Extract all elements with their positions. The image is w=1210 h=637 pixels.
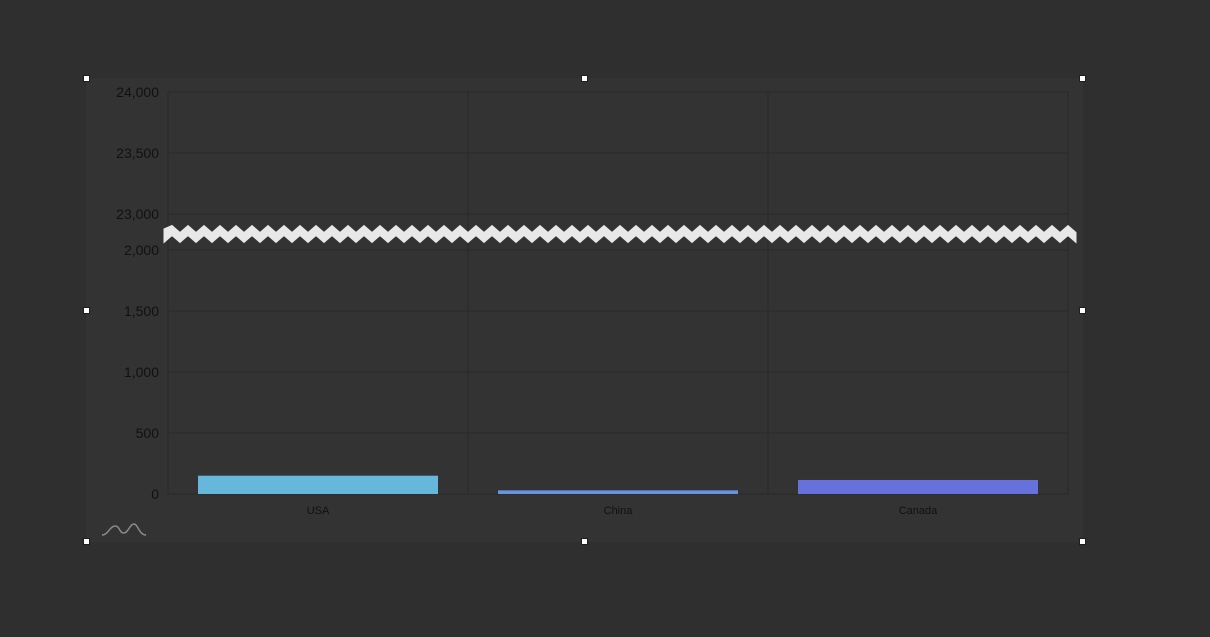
axis-break	[163, 224, 1077, 244]
x-category-label: China	[604, 505, 634, 517]
resize-handle-bottom-left[interactable]	[83, 538, 90, 545]
bar-china[interactable]	[498, 490, 738, 494]
grid	[167, 91, 1069, 495]
y-tick-label: 1,500	[124, 303, 159, 319]
resize-handle-top-center[interactable]	[581, 75, 588, 82]
resize-handle-bottom-center[interactable]	[581, 538, 588, 545]
axis-break-band	[163, 224, 1077, 244]
y-tick-label: 2,000	[124, 242, 159, 258]
bars	[198, 475, 1038, 494]
bar-canada[interactable]	[798, 479, 1038, 494]
axis-labels: 0 500 1,000 1,500 2,000 23,000 23,500 24,000 USA…	[116, 84, 938, 517]
resize-handle-middle-right[interactable]	[1079, 307, 1086, 314]
y-tick-label: 23,000	[116, 206, 159, 222]
x-category-label: Canada	[899, 505, 938, 517]
resize-handle-top-right[interactable]	[1079, 75, 1086, 82]
x-category-label: USA	[307, 505, 330, 517]
y-tick-label: 500	[136, 425, 160, 441]
y-tick-label: 1,000	[124, 364, 159, 380]
y-tick-label: 23,500	[116, 145, 159, 161]
y-tick-label: 24,000	[116, 84, 159, 100]
resize-handle-middle-left[interactable]	[83, 307, 90, 314]
chart-logo-icon	[101, 523, 147, 536]
resize-handle-top-left[interactable]	[83, 75, 90, 82]
bar-chart: 0 500 1,000 1,500 2,000 23,000 23,500 24,000 USA…	[116, 84, 1077, 517]
resize-handle-bottom-right[interactable]	[1079, 538, 1086, 545]
bar-usa[interactable]	[198, 475, 438, 494]
y-tick-label: 0	[151, 486, 159, 502]
